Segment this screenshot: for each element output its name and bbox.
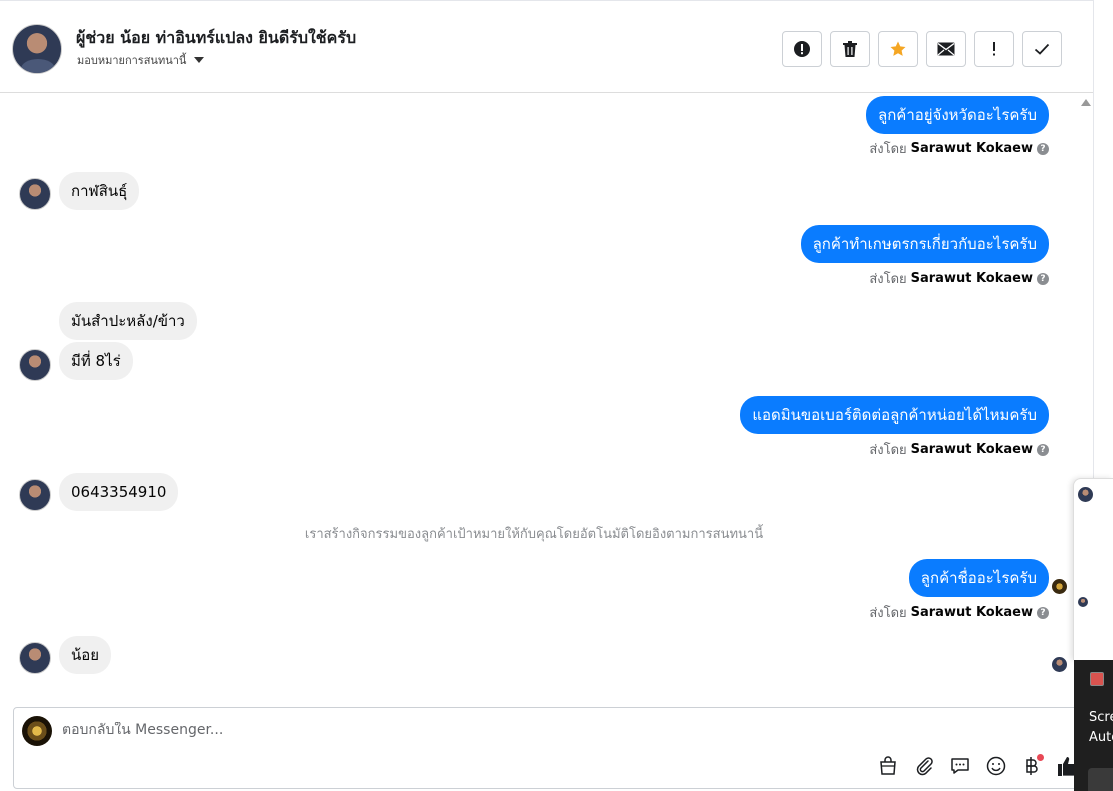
help-icon[interactable]: ? bbox=[1037, 606, 1049, 619]
star-button[interactable] bbox=[878, 31, 918, 67]
preview-avatar-small bbox=[1078, 597, 1088, 607]
preview-avatar bbox=[1078, 487, 1093, 502]
emoji-icon bbox=[986, 756, 1006, 776]
messenger-inbox: ผู้ช่วย น้อย ท่าอินทร์แปลง ยินดีรับใช้คร… bbox=[0, 0, 1113, 791]
help-icon[interactable]: ? bbox=[1037, 272, 1049, 285]
message-thread[interactable]: ลูกค้าอยู่จังหวัดอะไรครับ ส่งโดย Sarawut… bbox=[0, 94, 1073, 704]
message-bubble-incoming[interactable]: น้อย bbox=[59, 636, 112, 674]
notification-subtitle: Auto bbox=[1089, 730, 1113, 745]
mail-icon bbox=[937, 42, 955, 56]
assign-conversation-label: มอบหมายการสนทนานี้ bbox=[77, 54, 187, 67]
help-icon[interactable]: ? bbox=[1037, 443, 1049, 456]
sent-by-prefix: ส่งโดย bbox=[869, 142, 907, 157]
assign-conversation-dropdown[interactable]: มอบหมายการสนทนานี้ bbox=[77, 51, 205, 69]
contact-avatar-small[interactable] bbox=[19, 349, 51, 381]
composer-toolbar bbox=[876, 754, 1080, 778]
sender-name: Sarawut Kokaew bbox=[910, 141, 1033, 156]
notification-action-button[interactable] bbox=[1088, 768, 1113, 791]
chevron-down-icon bbox=[194, 57, 205, 63]
header-actions bbox=[782, 31, 1062, 67]
page-avatar bbox=[22, 716, 52, 746]
sender-name: Sarawut Kokaew bbox=[910, 605, 1033, 620]
message-bubble-incoming[interactable]: กาฬสินธุ์ bbox=[59, 172, 140, 210]
sent-by-prefix: ส่งโดย bbox=[869, 606, 907, 621]
system-note: เราสร้างกิจกรรมของลูกค้าเป้าหมายให้กับคุ… bbox=[304, 527, 764, 542]
trash-icon bbox=[843, 41, 857, 57]
sent-by-label: ส่งโดย Sarawut Kokaew ? bbox=[869, 138, 1049, 159]
emoji-button[interactable] bbox=[984, 754, 1008, 778]
report-button[interactable] bbox=[782, 31, 822, 67]
app-icon bbox=[1090, 672, 1104, 686]
contact-avatar-small[interactable] bbox=[19, 642, 51, 674]
shopping-bag-button[interactable] bbox=[876, 754, 900, 778]
message-bubble-incoming[interactable]: มันสำปะหลัง/ข้าว bbox=[59, 302, 197, 340]
saved-replies-button[interactable] bbox=[948, 754, 972, 778]
shopping-bag-icon bbox=[880, 756, 896, 775]
follow-up-button[interactable] bbox=[974, 31, 1014, 67]
sender-name: Sarawut Kokaew bbox=[910, 271, 1033, 286]
sent-by-prefix: ส่งโดย bbox=[869, 272, 907, 287]
message-bubble-incoming[interactable]: มีที่ 8ไร่ bbox=[59, 342, 133, 380]
sender-name: Sarawut Kokaew bbox=[910, 442, 1033, 457]
minimized-chat-preview[interactable] bbox=[1073, 478, 1113, 660]
sent-by-label: ส่งโดย Sarawut Kokaew ? bbox=[869, 439, 1049, 460]
scroll-up-arrow-icon[interactable] bbox=[1081, 99, 1091, 106]
sent-by-prefix: ส่งโดย bbox=[869, 443, 907, 458]
check-icon bbox=[1034, 43, 1050, 55]
conversation-header: ผู้ช่วย น้อย ท่าอินทร์แปลง ยินดีรับใช้คร… bbox=[0, 0, 1093, 93]
message-composer bbox=[13, 707, 1083, 789]
notification-title: Scre bbox=[1089, 710, 1113, 725]
exclamation-icon bbox=[993, 42, 995, 56]
mark-done-button[interactable] bbox=[1022, 31, 1062, 67]
contact-name[interactable]: ผู้ช่วย น้อย ท่าอินทร์แปลง ยินดีรับใช้คร… bbox=[76, 26, 356, 51]
seen-by-page-avatar bbox=[1052, 579, 1067, 594]
message-bubble-incoming[interactable]: 0643354910 bbox=[59, 473, 179, 511]
message-bubble-outgoing[interactable]: ลูกค้าอยู่จังหวัดอะไรครับ bbox=[866, 96, 1049, 134]
message-bubble-outgoing[interactable]: ลูกค้าทำเกษตรกรเกี่ยวกับอะไรครับ bbox=[800, 225, 1049, 263]
paperclip-icon bbox=[916, 757, 933, 776]
help-icon[interactable]: ? bbox=[1037, 142, 1049, 155]
report-icon bbox=[794, 41, 810, 57]
attach-button[interactable] bbox=[912, 754, 936, 778]
message-bubble-outgoing[interactable]: แอดมินขอเบอร์ติดต่อลูกค้าหน่อยได้ไหมครับ bbox=[740, 396, 1049, 434]
contact-avatar-small[interactable] bbox=[19, 479, 51, 511]
sent-by-label: ส่งโดย Sarawut Kokaew ? bbox=[869, 268, 1049, 289]
contact-avatar-small[interactable] bbox=[19, 178, 51, 210]
screenshot-notification[interactable]: Scre Auto bbox=[1074, 660, 1113, 791]
notification-dot bbox=[1037, 754, 1044, 761]
sent-by-label: ส่งโดย Sarawut Kokaew ? bbox=[869, 602, 1049, 623]
contact-avatar[interactable] bbox=[12, 24, 62, 74]
reply-input[interactable] bbox=[62, 722, 762, 738]
delete-button[interactable] bbox=[830, 31, 870, 67]
mark-unread-button[interactable] bbox=[926, 31, 966, 67]
chat-bubble-icon bbox=[951, 758, 969, 774]
seen-by-contact-avatar bbox=[1052, 657, 1067, 672]
message-bubble-outgoing[interactable]: ลูกค้าชื่ออะไรครับ bbox=[908, 559, 1049, 597]
payment-button[interactable] bbox=[1020, 754, 1044, 778]
star-icon bbox=[890, 41, 906, 56]
